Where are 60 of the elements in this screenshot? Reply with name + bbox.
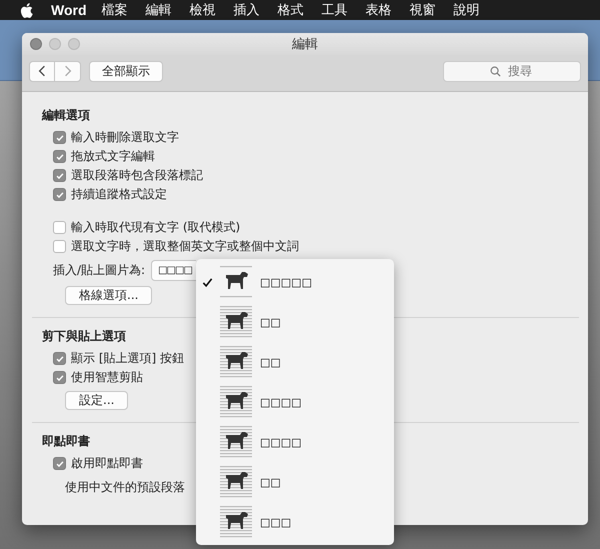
menu-item[interactable]: 格式 — [278, 1, 304, 19]
menu-item[interactable]: 工具 — [322, 1, 348, 19]
back-button[interactable] — [29, 60, 55, 82]
checkbox-label: 選取段落時包含段落標記 — [71, 167, 203, 184]
menu-option[interactable]: □□□□ — [196, 382, 394, 422]
section-heading: 編輯選項 — [42, 107, 90, 124]
apple-icon[interactable] — [20, 2, 33, 18]
search-field[interactable]: 搜尋 — [443, 60, 581, 82]
checkbox[interactable] — [53, 352, 66, 365]
options-button[interactable]: 格線選項... — [65, 286, 152, 305]
section-heading: 即點即書 — [42, 433, 90, 450]
checkbox-label: 使用智慧剪貼 — [71, 369, 143, 386]
checkbox-label: 啟用即點即書 — [71, 455, 143, 472]
section-heading: 剪下與貼上選項 — [42, 328, 126, 345]
dropdown-button[interactable]: □□□□ — [151, 260, 196, 280]
checkbox-label: 持續追蹤格式設定 — [71, 186, 167, 203]
checkbox[interactable] — [53, 188, 66, 201]
menu-option[interactable]: □□ — [196, 462, 394, 502]
menu-option[interactable]: □□□□□ — [196, 262, 394, 302]
dog-image-icon — [220, 505, 252, 539]
checkbox[interactable] — [53, 457, 66, 470]
setting-label: 使用中文件的預設段落 — [65, 479, 185, 496]
menu-item[interactable]: 檢視 — [190, 1, 216, 19]
window-title: 編輯 — [292, 36, 318, 53]
dog-image-icon — [220, 305, 252, 339]
checkmark-icon — [54, 458, 64, 468]
menu-item[interactable]: 視窗 — [410, 1, 436, 19]
dog-image-icon — [220, 265, 252, 299]
menu-option[interactable]: □□□ — [196, 502, 394, 542]
checkbox-label: 選取文字時，選取整個英文字或整個中文詞 — [71, 238, 299, 255]
checkbox-label: 顯示 [貼上選項] 按鈕 — [71, 350, 184, 367]
dog-image-icon — [220, 345, 252, 379]
dog-image-icon — [220, 385, 252, 419]
menu-option[interactable]: □□□□ — [196, 422, 394, 462]
menu-item[interactable]: 檔案 — [102, 1, 128, 19]
dog-image-icon — [220, 425, 252, 459]
menu-item[interactable]: 插入 — [234, 1, 260, 19]
options-button[interactable]: 設定... — [65, 391, 128, 410]
checkbox[interactable] — [53, 131, 66, 144]
field-label: 插入/貼上圖片為: — [53, 262, 146, 278]
checkbox[interactable] — [53, 240, 66, 253]
app-name[interactable]: Word — [51, 2, 87, 18]
chevron-right-icon — [64, 65, 72, 77]
menu-option[interactable]: □□ — [196, 342, 394, 382]
checkbox-label: 拖放式文字編輯 — [71, 148, 155, 165]
dog-image-icon — [220, 465, 252, 499]
checkbox[interactable] — [53, 169, 66, 182]
search-icon — [490, 66, 501, 76]
menu-item[interactable]: 表格 — [366, 1, 392, 19]
checkbox-label: 輸入時刪除選取文字 — [71, 129, 179, 146]
menu-option[interactable]: □□ — [196, 302, 394, 342]
checkbox-label: 輸入時取代現有文字 (取代模式) — [71, 219, 240, 236]
menu-item[interactable]: 編輯 — [146, 1, 172, 19]
checkbox[interactable] — [53, 221, 66, 234]
show-all-button[interactable]: 全部顯示 — [89, 60, 163, 82]
chevron-left-icon — [38, 65, 46, 77]
menu-item[interactable]: 說明 — [454, 1, 480, 19]
close-button[interactable] — [30, 38, 42, 50]
checkbox[interactable] — [53, 371, 66, 384]
checkbox[interactable] — [53, 150, 66, 163]
